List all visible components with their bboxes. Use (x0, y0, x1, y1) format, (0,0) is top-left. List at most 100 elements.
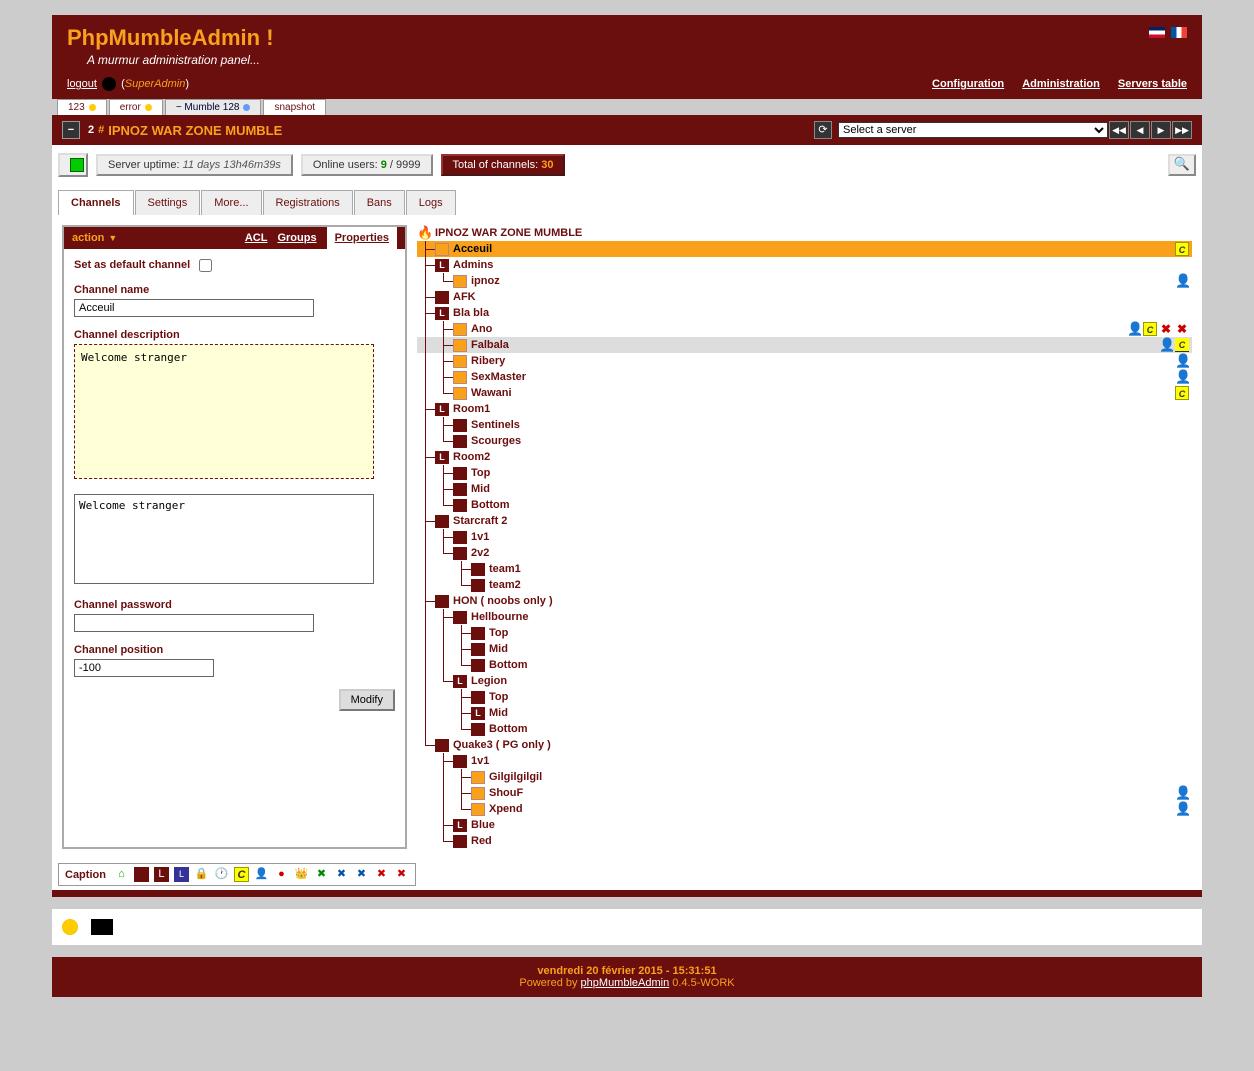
record-icon[interactable]: ● (274, 867, 289, 882)
logout-link[interactable]: logout (67, 78, 97, 90)
channel-desc-input[interactable]: Welcome stranger (74, 494, 374, 584)
tree-connector (417, 449, 435, 465)
tree-node[interactable]: Top (417, 689, 1192, 705)
tree-node[interactable]: Bottom (417, 657, 1192, 673)
tree-node[interactable]: team2 (417, 577, 1192, 593)
groups-tab[interactable]: Groups (277, 232, 316, 244)
tree-node[interactable]: WawaniC (417, 385, 1192, 401)
tree-node[interactable]: Red (417, 833, 1192, 849)
tree-node[interactable]: Falbala👤C (417, 337, 1192, 353)
main-tab-more[interactable]: More... (201, 190, 261, 215)
clock-icon[interactable]: 🕐 (214, 867, 229, 882)
tree-connector (417, 289, 435, 305)
tree-node[interactable]: Xpend👤 (417, 801, 1192, 817)
tree-node[interactable]: Top (417, 625, 1192, 641)
tree-node[interactable]: Mid (417, 641, 1192, 657)
channel-desc-preview[interactable]: Welcome stranger (74, 344, 374, 479)
tree-node[interactable]: team1 (417, 561, 1192, 577)
channel-linked-icon[interactable]: L (154, 867, 169, 882)
channel-name-input[interactable] (74, 299, 314, 317)
user-channel-icon (453, 355, 467, 368)
acl-tab[interactable]: ACL (245, 232, 268, 244)
server-tab[interactable]: − Mumble 128 (165, 99, 262, 115)
flag-en-icon[interactable] (1149, 27, 1165, 38)
servers-table-link[interactable]: Servers table (1118, 78, 1187, 90)
lock-icon[interactable]: 🔒 (194, 867, 209, 882)
home-icon[interactable]: ⌂ (114, 867, 129, 882)
channel-temp-icon[interactable]: L (174, 867, 189, 882)
tree-line (417, 673, 435, 689)
channel-icon: L (453, 819, 467, 832)
search-button[interactable]: 🔍 (1168, 154, 1196, 176)
tree-root[interactable]: 🔥IPNOZ WAR ZONE MUMBLE (417, 225, 1192, 241)
tree-node[interactable]: LBlue (417, 817, 1192, 833)
collapse-button[interactable]: − (62, 121, 80, 139)
default-channel-checkbox[interactable] (199, 259, 212, 272)
tree-node[interactable]: Ribery👤 (417, 353, 1192, 369)
channel-pw-input[interactable] (74, 614, 314, 632)
tree-node[interactable]: 1v1 (417, 753, 1192, 769)
tree-node[interactable]: LBla bla (417, 305, 1192, 321)
channel-default-icon[interactable] (134, 867, 149, 882)
auth-user-icon[interactable]: 👤 (254, 867, 269, 882)
tree-node[interactable]: Mid (417, 481, 1192, 497)
tree-node[interactable]: Scourges (417, 433, 1192, 449)
tree-node[interactable]: LLegion (417, 673, 1192, 689)
server-tab[interactable]: error (109, 99, 163, 115)
tree-node[interactable]: Top (417, 465, 1192, 481)
tree-node[interactable]: AcceuilC (417, 241, 1192, 257)
tree-node[interactable]: ShouF👤 (417, 785, 1192, 801)
server-tab[interactable]: snapshot (263, 99, 326, 115)
nav-last-icon[interactable]: ▶▶ (1172, 121, 1192, 139)
tree-node[interactable]: Starcraft 2 (417, 513, 1192, 529)
nav-prev-icon[interactable]: ◀ (1130, 121, 1150, 139)
action-menu[interactable]: action (72, 232, 104, 244)
tree-node[interactable]: Ano👤C✖✖ (417, 321, 1192, 337)
nav-first-icon[interactable]: ◀◀ (1109, 121, 1129, 139)
modify-button[interactable]: Modify (339, 689, 395, 711)
tree-node[interactable]: LAdmins (417, 257, 1192, 273)
suppress-icon[interactable]: ✖ (354, 867, 369, 882)
server-tab[interactable]: 123 (57, 99, 107, 115)
properties-tab[interactable]: Properties (327, 227, 397, 249)
tree-node[interactable]: ipnoz👤 (417, 273, 1192, 289)
tree-label: Top (471, 467, 490, 479)
nav-next-icon[interactable]: ▶ (1151, 121, 1171, 139)
tree-node[interactable]: LRoom1 (417, 401, 1192, 417)
status-indicator[interactable] (58, 153, 88, 177)
main-tab-bans[interactable]: Bans (354, 190, 405, 215)
deaf-self-icon[interactable]: ✖ (334, 867, 349, 882)
deaf-icon[interactable]: ✖ (394, 867, 409, 882)
tree-node[interactable]: Sentinels (417, 417, 1192, 433)
flag-fr-icon[interactable] (1171, 27, 1187, 38)
tree-node[interactable]: Gilgilgilgil (417, 769, 1192, 785)
main-tab-registrations[interactable]: Registrations (263, 190, 353, 215)
tree-node[interactable]: AFK (417, 289, 1192, 305)
row-icons: C (1175, 242, 1192, 256)
main-tab-channels[interactable]: Channels (58, 190, 134, 215)
main-tab-logs[interactable]: Logs (406, 190, 456, 215)
tree-label: Falbala (471, 339, 509, 351)
tree-line (435, 721, 453, 737)
mute-icon[interactable]: ✖ (374, 867, 389, 882)
server-select[interactable]: Select a server (838, 122, 1108, 138)
tree-node[interactable]: LMid (417, 705, 1192, 721)
channel-pos-input[interactable] (74, 659, 214, 677)
tree-node[interactable]: 1v1 (417, 529, 1192, 545)
tree-node[interactable]: SexMaster👤 (417, 369, 1192, 385)
configuration-link[interactable]: Configuration (932, 78, 1004, 90)
footer-link[interactable]: phpMumbleAdmin (581, 977, 670, 989)
tree-node[interactable]: HON ( noobs only ) (417, 593, 1192, 609)
main-tab-settings[interactable]: Settings (135, 190, 201, 215)
priority-icon[interactable]: 👑 (294, 867, 309, 882)
tree-node[interactable]: 2v2 (417, 545, 1192, 561)
mute-self-icon[interactable]: ✖ (314, 867, 329, 882)
tree-node[interactable]: Bottom (417, 497, 1192, 513)
comment-icon[interactable]: C (234, 867, 249, 882)
administration-link[interactable]: Administration (1022, 78, 1100, 90)
tree-node[interactable]: Bottom (417, 721, 1192, 737)
tree-node[interactable]: Quake3 ( PG only ) (417, 737, 1192, 753)
tree-node[interactable]: Hellbourne (417, 609, 1192, 625)
refresh-icon[interactable]: ⟳ (814, 121, 832, 139)
tree-node[interactable]: LRoom2 (417, 449, 1192, 465)
